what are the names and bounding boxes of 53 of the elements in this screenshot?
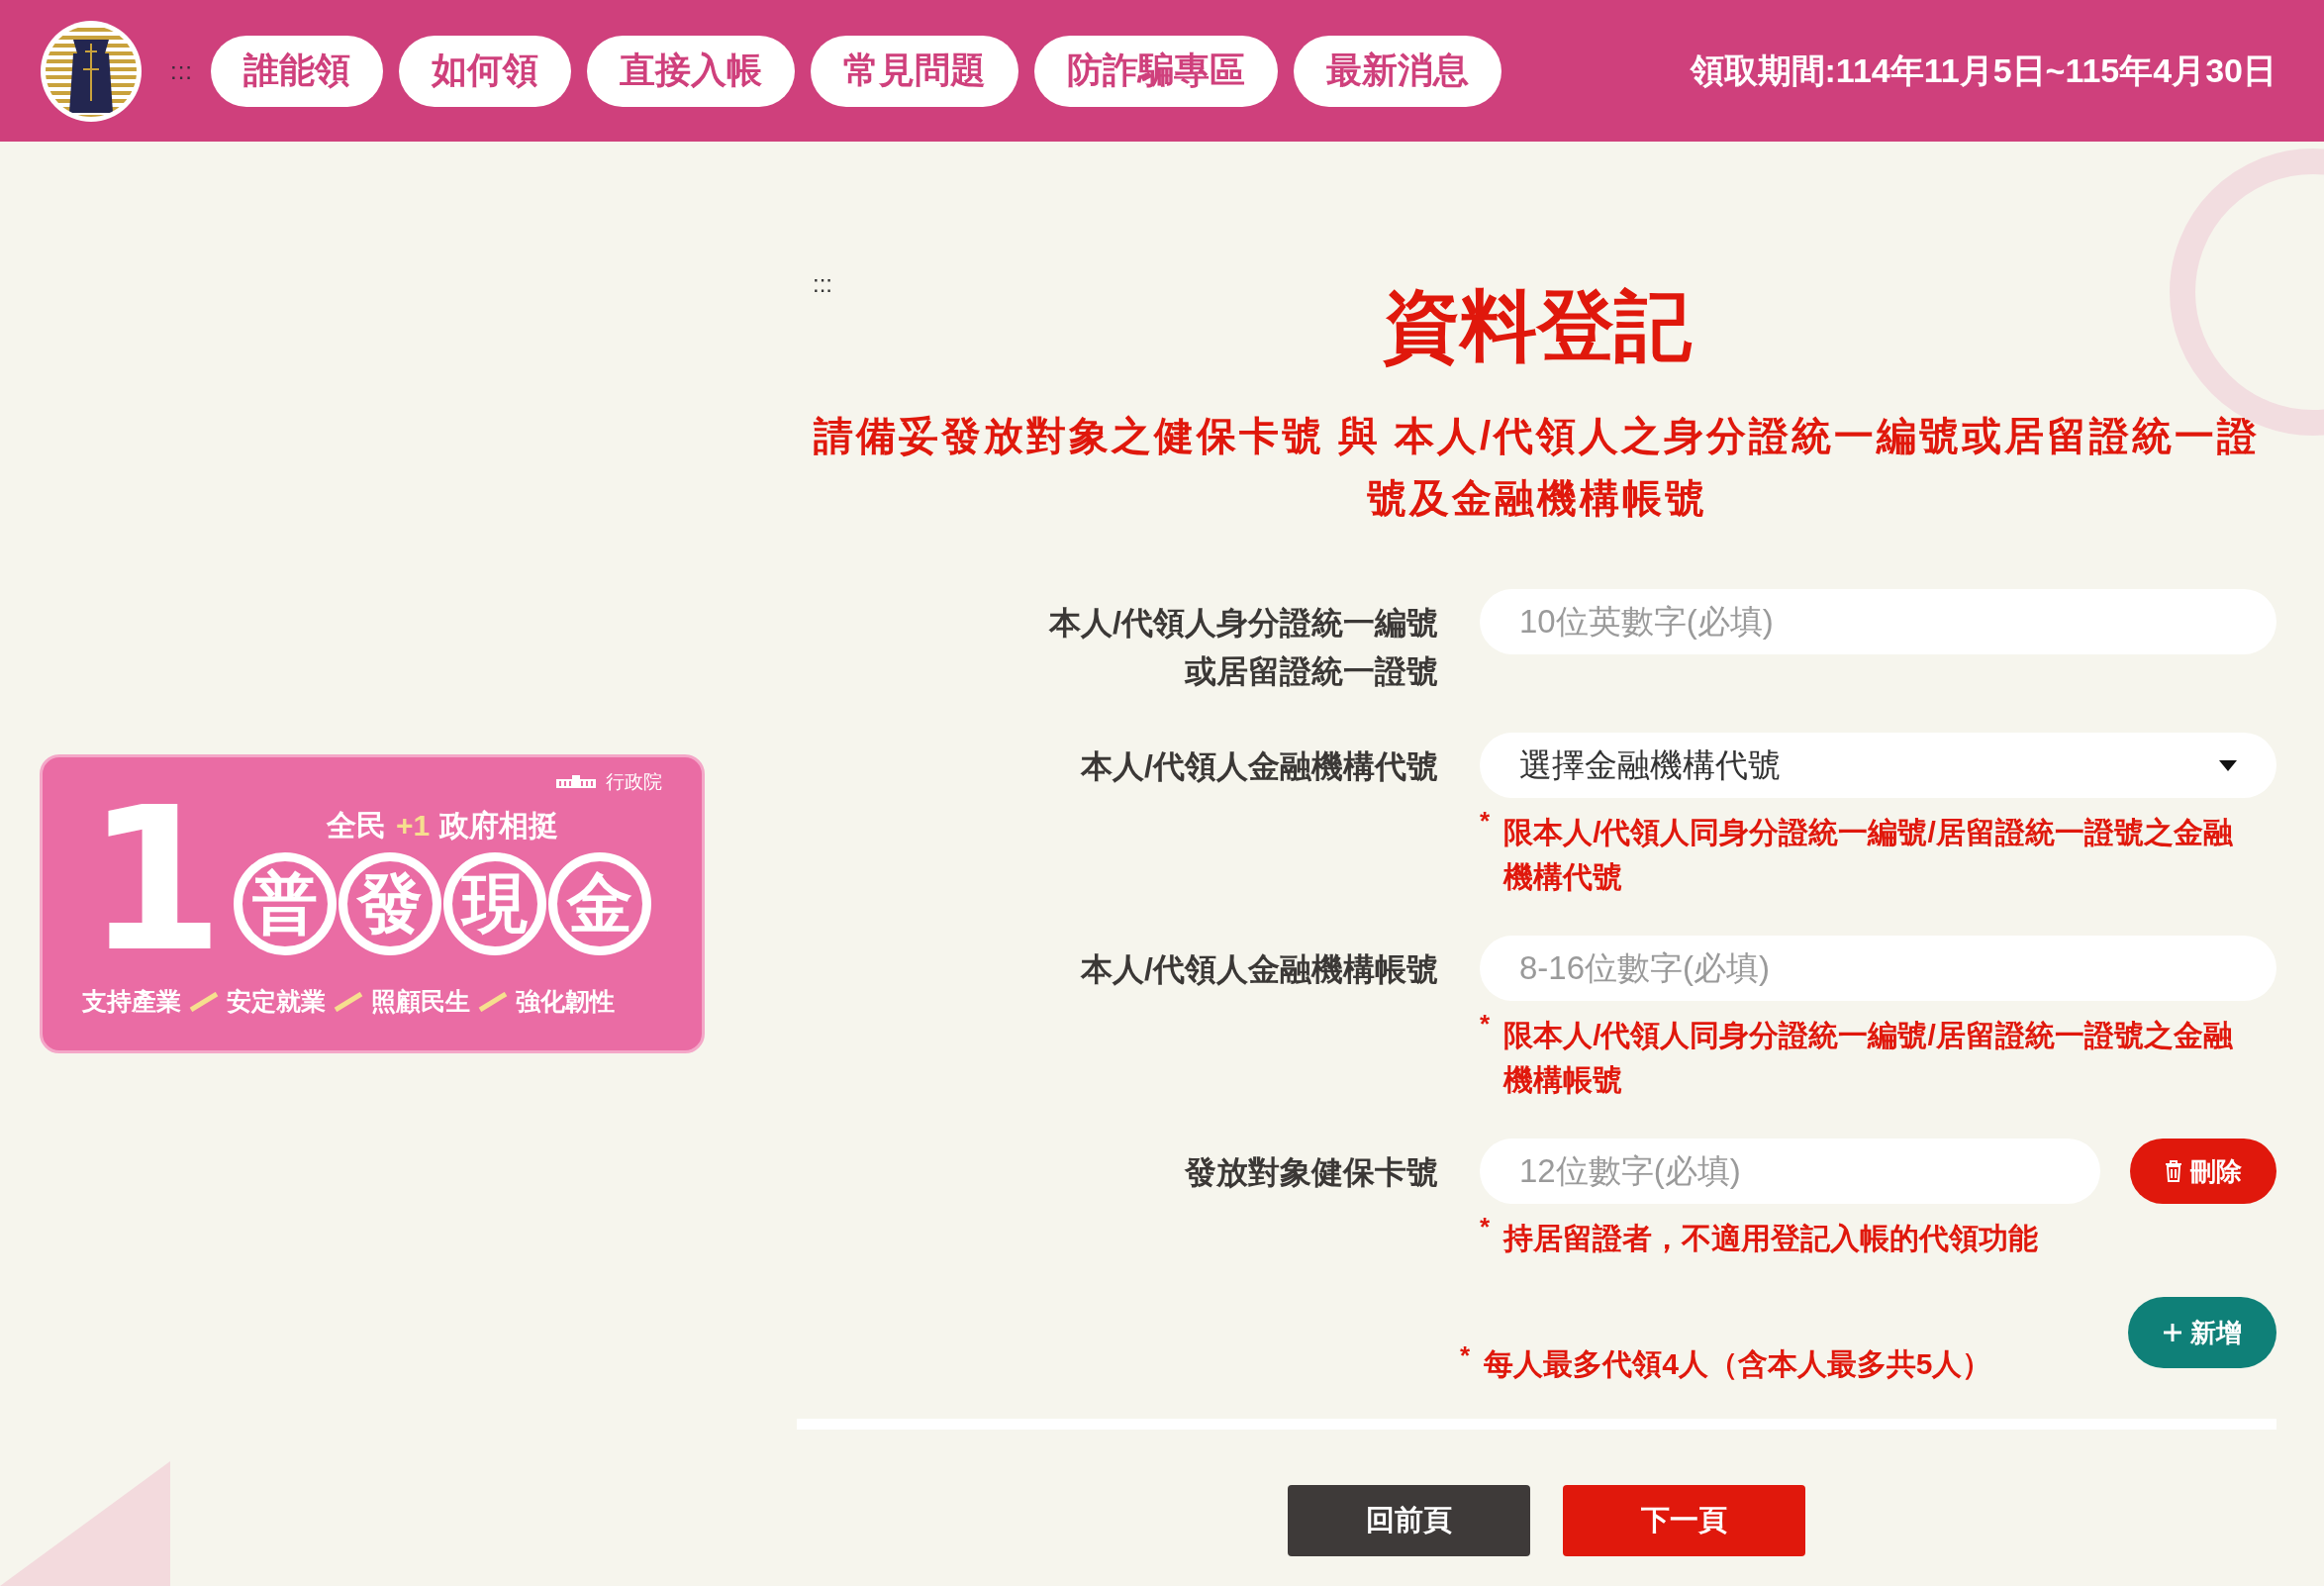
- slash-icon: [189, 991, 219, 1012]
- circled-character: 普: [234, 851, 338, 955]
- asterisk-mark: *: [1480, 810, 1491, 838]
- pillar-text: 安定就業: [227, 986, 326, 1017]
- circled-character: 現: [443, 851, 547, 955]
- field-note: 持居留證者，不適用登記入帳的代領功能: [1503, 1221, 2039, 1256]
- nav-link[interactable]: 最新消息: [1294, 35, 1501, 107]
- accesskey-marker: :::: [170, 56, 193, 85]
- field-label: 本人/代領人身分證統一編號: [1047, 604, 1438, 643]
- slash-icon: [478, 991, 508, 1012]
- nav-link[interactable]: 直接入帳: [587, 35, 795, 107]
- plus-icon: [2163, 1323, 2182, 1342]
- input-field[interactable]: 10位英數字(必填): [1480, 589, 2276, 654]
- add-button[interactable]: 新增: [2128, 1297, 2276, 1368]
- page-title: 資料登記: [1382, 281, 1692, 371]
- delete-button[interactable]: 刪除: [2130, 1139, 2276, 1204]
- field-note: 限本人/代領人同身分證統一編號/居留證統一證號之金融機構帳號: [1503, 1018, 2234, 1098]
- field-label: 本人/代領人金融機構代號: [1079, 747, 1438, 786]
- pillar-text: 照顧民生: [371, 986, 470, 1017]
- asterisk-mark: *: [1460, 1344, 1471, 1372]
- field-label: 或居留證統一證號: [1183, 652, 1438, 691]
- circled-character: 發: [339, 851, 442, 955]
- instruction-text: 請備妥發放對象之健保卡號 與 本人/代領人之身分證統一編號或居留證統一證號及金融機構帳號: [812, 413, 2262, 522]
- caret-icon: [2219, 759, 2237, 771]
- accesskey-marker: :::: [813, 270, 832, 298]
- tagline-text: 政府相挺: [439, 807, 559, 843]
- emblem-logo-icon: [40, 19, 143, 123]
- dropdown-field[interactable]: 選擇金融機構代號: [1480, 733, 2276, 798]
- nav-link[interactable]: 如何領: [399, 35, 571, 107]
- nav-link[interactable]: 常見問題: [811, 35, 1018, 107]
- pillar-text: 支持產業: [82, 986, 181, 1017]
- circled-character: 金: [548, 851, 652, 955]
- collection-period-text: 領取期間:114年11月5日~115年4月30日: [1690, 50, 2276, 91]
- slash-icon: [334, 991, 363, 1012]
- building-icon: [554, 773, 598, 791]
- field-note: 限本人/代領人同身分證統一編號/居留證統一證號之金融機構代號: [1503, 815, 2234, 895]
- tagline-text: 全民: [327, 807, 387, 843]
- pillar-text: 強化韌性: [516, 986, 615, 1017]
- trash-icon: [2165, 1160, 2182, 1182]
- input-field[interactable]: 8-16位數字(必填): [1480, 936, 2276, 1001]
- asterisk-mark: *: [1480, 1013, 1491, 1041]
- limit-note: 每人最多代領4人（含本人最多共5人）: [1484, 1346, 1992, 1382]
- nav-link[interactable]: 防詐騙專區: [1034, 35, 1278, 107]
- input-field[interactable]: 12位數字(必填): [1480, 1139, 2100, 1204]
- field-label: 發放對象健保卡號: [1183, 1153, 1438, 1192]
- asterisk-mark: *: [1480, 1216, 1491, 1243]
- next-page-button[interactable]: 下一頁: [1563, 1485, 1805, 1556]
- field-label: 本人/代領人金融機構帳號: [1079, 950, 1438, 989]
- big-numeral: 1: [86, 781, 225, 979]
- back-button[interactable]: 回前頁: [1288, 1485, 1530, 1556]
- plus-one-text: +1: [396, 809, 431, 843]
- agency-name: 行政院: [606, 770, 662, 794]
- nav-link[interactable]: 誰能領: [211, 35, 383, 107]
